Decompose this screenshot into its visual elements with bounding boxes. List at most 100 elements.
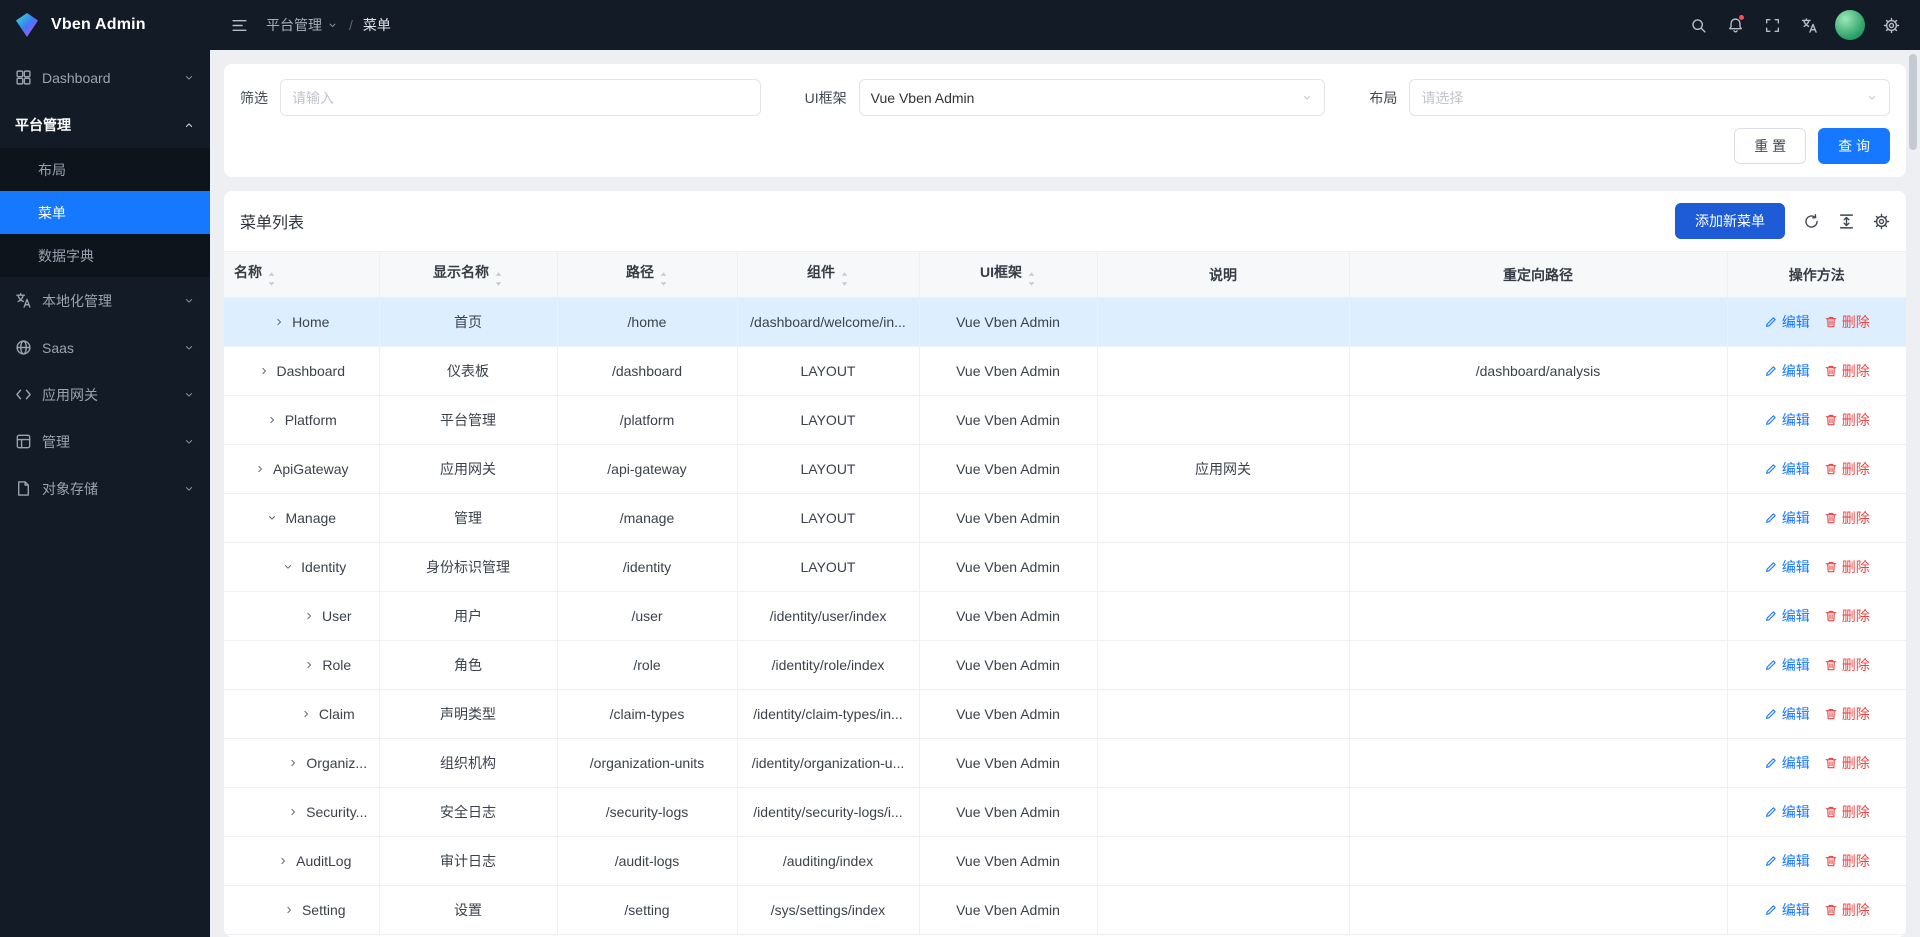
table-settings-icon[interactable] xyxy=(1873,213,1890,230)
expand-toggle-icon[interactable] xyxy=(303,659,315,671)
settings-gear-icon[interactable] xyxy=(1876,10,1906,40)
delete-button[interactable]: 删除 xyxy=(1824,312,1870,332)
add-menu-button[interactable]: 添加新菜单 xyxy=(1675,203,1785,239)
framework-cell: Vue Vben Admin xyxy=(919,543,1097,592)
sidebar-item-localization[interactable]: 本地化管理 xyxy=(0,277,210,324)
edit-button[interactable]: 编辑 xyxy=(1764,312,1810,332)
refresh-icon[interactable] xyxy=(1803,213,1820,230)
expand-toggle-icon[interactable] xyxy=(282,561,294,573)
sort-icons[interactable] xyxy=(659,271,668,287)
sidebar-item-dashboard[interactable]: Dashboard xyxy=(0,54,210,101)
edit-button[interactable]: 编辑 xyxy=(1764,410,1810,430)
name-cell: Identity xyxy=(224,543,379,592)
expand-toggle-icon[interactable] xyxy=(266,512,278,524)
app-logo[interactable]: Vben Admin xyxy=(0,0,210,50)
redirect-cell xyxy=(1349,837,1727,886)
delete-button[interactable]: 删除 xyxy=(1824,753,1870,773)
redirect-cell xyxy=(1349,445,1727,494)
edit-button[interactable]: 编辑 xyxy=(1764,851,1810,871)
filter-field-name: 筛选 xyxy=(240,79,761,116)
expand-toggle-icon[interactable] xyxy=(273,316,285,328)
display-name-cell: 管理 xyxy=(379,494,557,543)
sidebar-item-label: Saas xyxy=(42,340,173,356)
query-button[interactable]: 查 询 xyxy=(1818,128,1890,164)
search-icon[interactable] xyxy=(1683,10,1713,40)
breadcrumb-item-platform[interactable]: 平台管理 xyxy=(266,15,339,35)
column-header-2[interactable]: 路径 xyxy=(557,252,737,298)
edit-button[interactable]: 编辑 xyxy=(1764,704,1810,724)
reset-button[interactable]: 重 置 xyxy=(1734,128,1806,164)
delete-button[interactable]: 删除 xyxy=(1824,851,1870,871)
column-header-0[interactable]: 名称 xyxy=(224,252,379,298)
component-cell: LAYOUT xyxy=(737,543,919,592)
sidebar-item-gateway[interactable]: 应用网关 xyxy=(0,371,210,418)
column-header-4[interactable]: UI框架 xyxy=(919,252,1097,298)
column-label: 路径 xyxy=(626,264,654,280)
expand-toggle-icon[interactable] xyxy=(266,414,278,426)
delete-button[interactable]: 删除 xyxy=(1824,410,1870,430)
framework-cell: Vue Vben Admin xyxy=(919,739,1097,788)
display-name-cell: 身份标识管理 xyxy=(379,543,557,592)
row-height-icon[interactable] xyxy=(1838,213,1855,230)
chevron-down-icon xyxy=(1866,92,1878,104)
delete-button[interactable]: 删除 xyxy=(1824,704,1870,724)
edit-button[interactable]: 编辑 xyxy=(1764,655,1810,675)
page-scrollbar[interactable] xyxy=(1909,54,1917,933)
sidebar-collapse-button[interactable] xyxy=(224,10,254,40)
column-header-3[interactable]: 组件 xyxy=(737,252,919,298)
scrollbar-thumb[interactable] xyxy=(1909,54,1917,150)
expand-toggle-icon[interactable] xyxy=(303,610,315,622)
delete-button[interactable]: 删除 xyxy=(1824,508,1870,528)
expand-toggle-icon[interactable] xyxy=(300,708,312,720)
sort-icons[interactable] xyxy=(267,271,276,287)
expand-toggle-icon[interactable] xyxy=(254,463,266,475)
expand-toggle-icon[interactable] xyxy=(283,904,295,916)
user-avatar[interactable] xyxy=(1835,10,1865,40)
delete-button[interactable]: 删除 xyxy=(1824,557,1870,577)
sidebar-item-storage[interactable]: 对象存储 xyxy=(0,465,210,512)
expand-toggle-icon[interactable] xyxy=(287,757,299,769)
delete-button[interactable]: 删除 xyxy=(1824,606,1870,626)
path-cell: /identity xyxy=(557,543,737,592)
translate-icon[interactable] xyxy=(1794,10,1824,40)
edit-button[interactable]: 编辑 xyxy=(1764,361,1810,381)
delete-button[interactable]: 删除 xyxy=(1824,802,1870,822)
edit-button[interactable]: 编辑 xyxy=(1764,557,1810,577)
edit-button[interactable]: 编辑 xyxy=(1764,606,1810,626)
delete-button[interactable]: 删除 xyxy=(1824,655,1870,675)
expand-toggle-icon[interactable] xyxy=(258,365,270,377)
table-row-dashboard: Dashboard仪表板/dashboardLAYOUTVue Vben Adm… xyxy=(224,347,1906,396)
delete-button[interactable]: 删除 xyxy=(1824,459,1870,479)
filter-name-input[interactable] xyxy=(280,79,761,116)
framework-select[interactable]: Vue Vben Admin xyxy=(859,79,1326,116)
table-row-user: User用户/user/identity/user/indexVue Vben … xyxy=(224,592,1906,641)
layout-select[interactable]: 请选择 xyxy=(1409,79,1890,116)
delete-label: 删除 xyxy=(1842,606,1870,626)
expand-toggle-icon[interactable] xyxy=(287,806,299,818)
sort-icons[interactable] xyxy=(1027,271,1036,287)
notifications-button[interactable] xyxy=(1720,10,1750,40)
sidebar-item-saas[interactable]: Saas xyxy=(0,324,210,371)
sidebar-subitem-menu[interactable]: 菜单 xyxy=(0,191,210,234)
edit-button[interactable]: 编辑 xyxy=(1764,508,1810,528)
sidebar-subitem-layout[interactable]: 布局 xyxy=(0,148,210,191)
sort-icons[interactable] xyxy=(840,271,849,287)
display-name-cell: 用户 xyxy=(379,592,557,641)
edit-button[interactable]: 编辑 xyxy=(1764,753,1810,773)
sidebar-item-platform[interactable]: 平台管理 xyxy=(0,101,210,148)
sidebar-subitem-dictionary[interactable]: 数据字典 xyxy=(0,234,210,277)
display-name-cell: 角色 xyxy=(379,641,557,690)
delete-button[interactable]: 删除 xyxy=(1824,361,1870,381)
expand-toggle-icon[interactable] xyxy=(277,855,289,867)
edit-button[interactable]: 编辑 xyxy=(1764,802,1810,822)
display-name-cell: 仪表板 xyxy=(379,347,557,396)
sort-icons[interactable] xyxy=(494,271,503,287)
menu-name: Claim xyxy=(319,706,355,722)
column-header-1[interactable]: 显示名称 xyxy=(379,252,557,298)
fullscreen-icon[interactable] xyxy=(1757,10,1787,40)
delete-button[interactable]: 删除 xyxy=(1824,900,1870,920)
sidebar-item-manage[interactable]: 管理 xyxy=(0,418,210,465)
delete-label: 删除 xyxy=(1842,508,1870,528)
edit-button[interactable]: 编辑 xyxy=(1764,459,1810,479)
edit-button[interactable]: 编辑 xyxy=(1764,900,1810,920)
